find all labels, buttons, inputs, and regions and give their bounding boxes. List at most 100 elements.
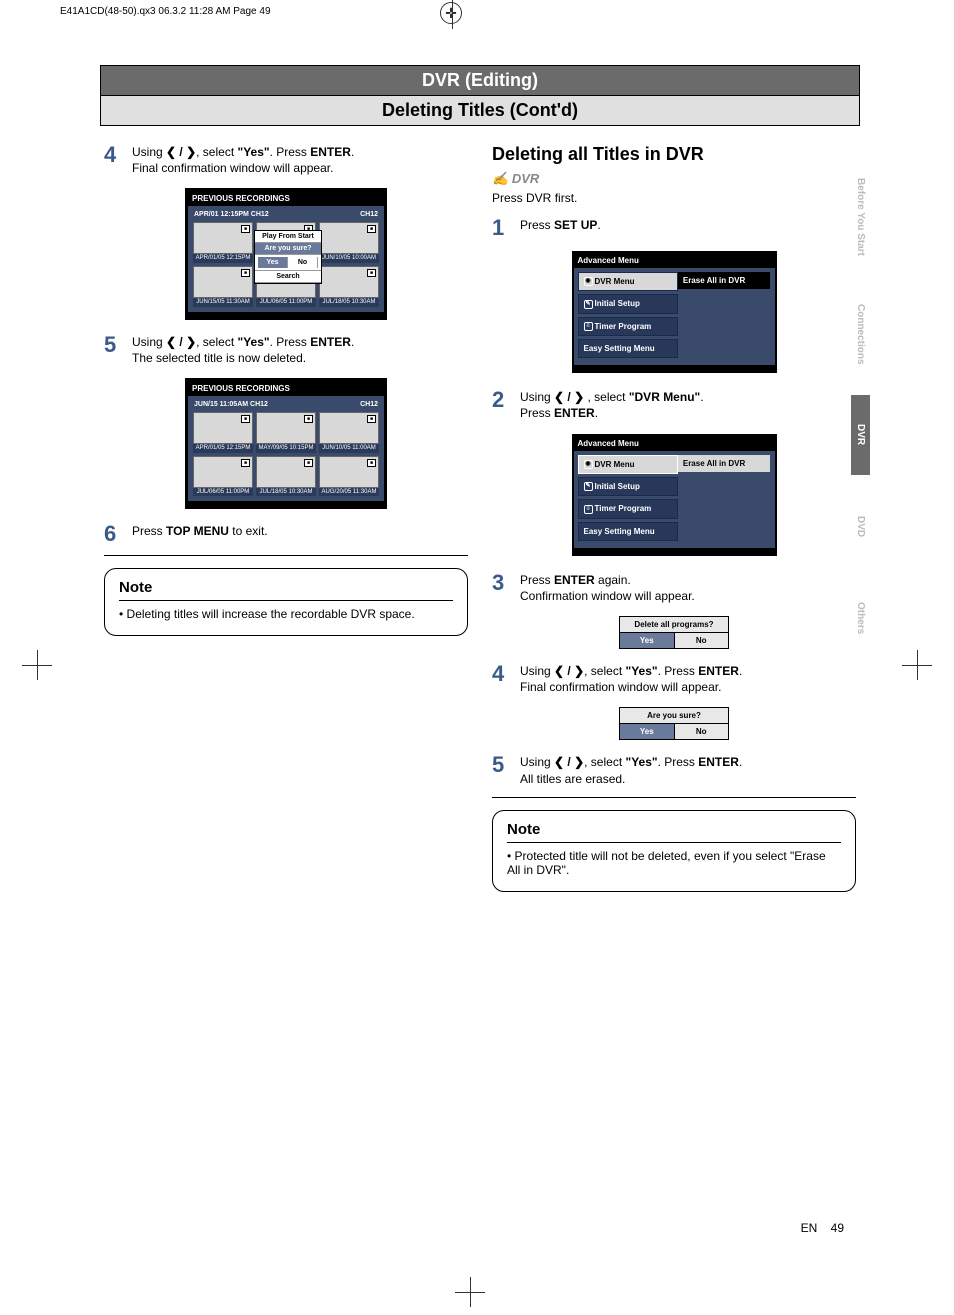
osd-header-right: CH12 [360, 401, 378, 408]
t: . [597, 218, 600, 232]
osd-previous-recordings-1: PREVIOUS RECORDINGS APR/01 12:15PM CH12 … [185, 188, 387, 319]
yes-label: "Yes" [626, 664, 658, 678]
cap: JUL/18/05 10:30AM [319, 298, 379, 307]
crop-mark-right [902, 650, 932, 680]
adv-row-easy-setting: Easy Setting Menu [578, 522, 678, 541]
adv-row-dvr-menu: ◉DVR Menu [578, 272, 678, 291]
page-meta: E41A1CD(48-50).qx3 06.3.2 11:28 AM Page … [60, 6, 271, 17]
dvr-badge-icon: ✍ DVR [492, 171, 856, 187]
note-title: Note [119, 579, 453, 601]
right-step-4: 4 Using ❮ / ❯, select "Yes". Press ENTER… [492, 663, 856, 695]
menu-no: No [288, 257, 318, 268]
list-icon: ≡ [584, 505, 593, 514]
enter-label: ENTER [554, 573, 595, 587]
menu-areyousure: Are you sure? [255, 243, 321, 255]
arrows-icon: ❮ / ❯ [554, 755, 584, 769]
step-desc: Final confirmation window will appear. [520, 680, 721, 694]
thumb: ■ [319, 456, 379, 488]
wrench-icon: ✎ [584, 300, 593, 309]
adv-title: Advanced Menu [574, 253, 775, 268]
note-bullet: • Protected title will not be deleted, e… [507, 849, 841, 877]
cap: JUL/18/05 10:30AM [256, 488, 316, 497]
top-menu-label: TOP MENU [166, 524, 229, 538]
dlg-title: Are you sure? [620, 708, 728, 724]
right-step-1: 1 Press SET UP. [492, 217, 856, 239]
cap: JUL/06/05 11:00PM [193, 488, 253, 497]
osd-title: PREVIOUS RECORDINGS [188, 381, 384, 396]
note-title: Note [507, 821, 841, 843]
step-number: 5 [104, 334, 132, 366]
cap: APR/01/05 12:15PM [193, 254, 253, 263]
adv-row-initial-setup: ✎Initial Setup [578, 294, 678, 313]
step-body: Using ❮ / ❯, select "Yes". Press ENTER. … [132, 144, 468, 176]
enter-label: ENTER [698, 755, 739, 769]
page-no: 49 [831, 1221, 844, 1235]
cap: JUN/15/05 11:30AM [193, 298, 253, 307]
osd-header-left: APR/01 12:15PM CH12 [194, 211, 269, 218]
step-body: Using ❮ / ❯, select "Yes". Press ENTER. … [132, 334, 468, 366]
intro: Press DVR first. [492, 191, 856, 205]
step-body: Using ❮ / ❯, select "Yes". Press ENTER. … [520, 754, 856, 786]
cap: APR/01/05 12:15PM [193, 444, 253, 453]
t: Using [520, 755, 554, 769]
record-icon: ◉ [584, 277, 593, 286]
thumb: ■ [319, 266, 379, 298]
right-step-3: 3 Press ENTER again. Confirmation window… [492, 572, 856, 604]
menu-play: Play From Start [255, 231, 321, 243]
tab-dvd: DVD [851, 487, 870, 567]
advanced-menu-2: Advanced Menu ◉DVR Menu ✎Initial Setup ≡… [572, 434, 777, 556]
t: Using [132, 145, 166, 159]
note-box-left: Note • Deleting titles will increase the… [104, 568, 468, 636]
adv-row-timer-program: ≡Timer Program [578, 317, 678, 336]
step-desc: Confirmation window will appear. [520, 589, 695, 603]
right-step-5: 5 Using ❮ / ❯, select "Yes". Press ENTER… [492, 754, 856, 797]
advanced-menu-1: Advanced Menu ◉DVR Menu ✎Initial Setup ≡… [572, 251, 777, 373]
enter-label: ENTER [310, 145, 351, 159]
tab-dvr: DVR [851, 395, 870, 475]
step-desc: All titles are erased. [520, 772, 625, 786]
dvr-label: DVR [526, 191, 551, 205]
page-number: EN 49 [801, 1221, 844, 1235]
dlg-no: No [675, 633, 729, 648]
menu-yes: Yes [258, 257, 288, 268]
t: , select [584, 390, 629, 404]
osd-previous-recordings-2: PREVIOUS RECORDINGS JUN/15 11:05AM CH12 … [185, 378, 387, 509]
enter-label: ENTER [698, 664, 739, 678]
right-step-2: 2 Using ❮ / ❯ , select "DVR Menu". Press… [492, 389, 856, 421]
t: Press [492, 191, 526, 205]
left-column: 4 Using ❮ / ❯, select "Yes". Press ENTER… [100, 144, 480, 892]
title-sub: Deleting Titles (Cont'd) [100, 95, 860, 126]
t: . [351, 145, 354, 159]
lang-code: EN [801, 1221, 818, 1235]
updown-icon: ❮ / ❯ [554, 390, 584, 404]
page-content: DVR (Editing) Deleting Titles (Cont'd) 4… [100, 65, 860, 892]
t: Using [132, 335, 166, 349]
yes-label: "Yes" [238, 145, 270, 159]
step-body: Press TOP MENU to exit. [132, 523, 468, 545]
left-step-4: 4 Using ❮ / ❯, select "Yes". Press ENTER… [104, 144, 468, 176]
title-main: DVR (Editing) [100, 65, 860, 95]
arrows-icon: ❮ / ❯ [166, 145, 196, 159]
t: . [595, 406, 598, 420]
t: , select [196, 335, 237, 349]
t: . Press [270, 335, 311, 349]
yes-label: "Yes" [626, 755, 658, 769]
t: . [739, 755, 742, 769]
osd-header-right: CH12 [360, 211, 378, 218]
arrows-icon: ❮ / ❯ [554, 664, 584, 678]
dvr-menu-label: "DVR Menu" [629, 390, 700, 404]
registration-mark-top: ✛ [440, 2, 462, 24]
adv-row-easy-setting: Easy Setting Menu [578, 339, 678, 358]
crop-mark-left [22, 650, 52, 680]
step-body: Press SET UP. [520, 217, 856, 239]
adv-title: Advanced Menu [574, 436, 775, 451]
cap: JUN/10/05 10:00AM [319, 254, 379, 263]
thumb: ■ [319, 412, 379, 444]
step-desc: Final confirmation window will appear. [132, 161, 333, 175]
cap: MAY/09/05 10:15PM [256, 444, 316, 453]
tab-connections: Connections [851, 286, 870, 383]
adv-row-timer-program: ≡Timer Program [578, 499, 678, 518]
t: Press [132, 524, 166, 538]
step-number: 4 [104, 144, 132, 176]
t: . [739, 664, 742, 678]
